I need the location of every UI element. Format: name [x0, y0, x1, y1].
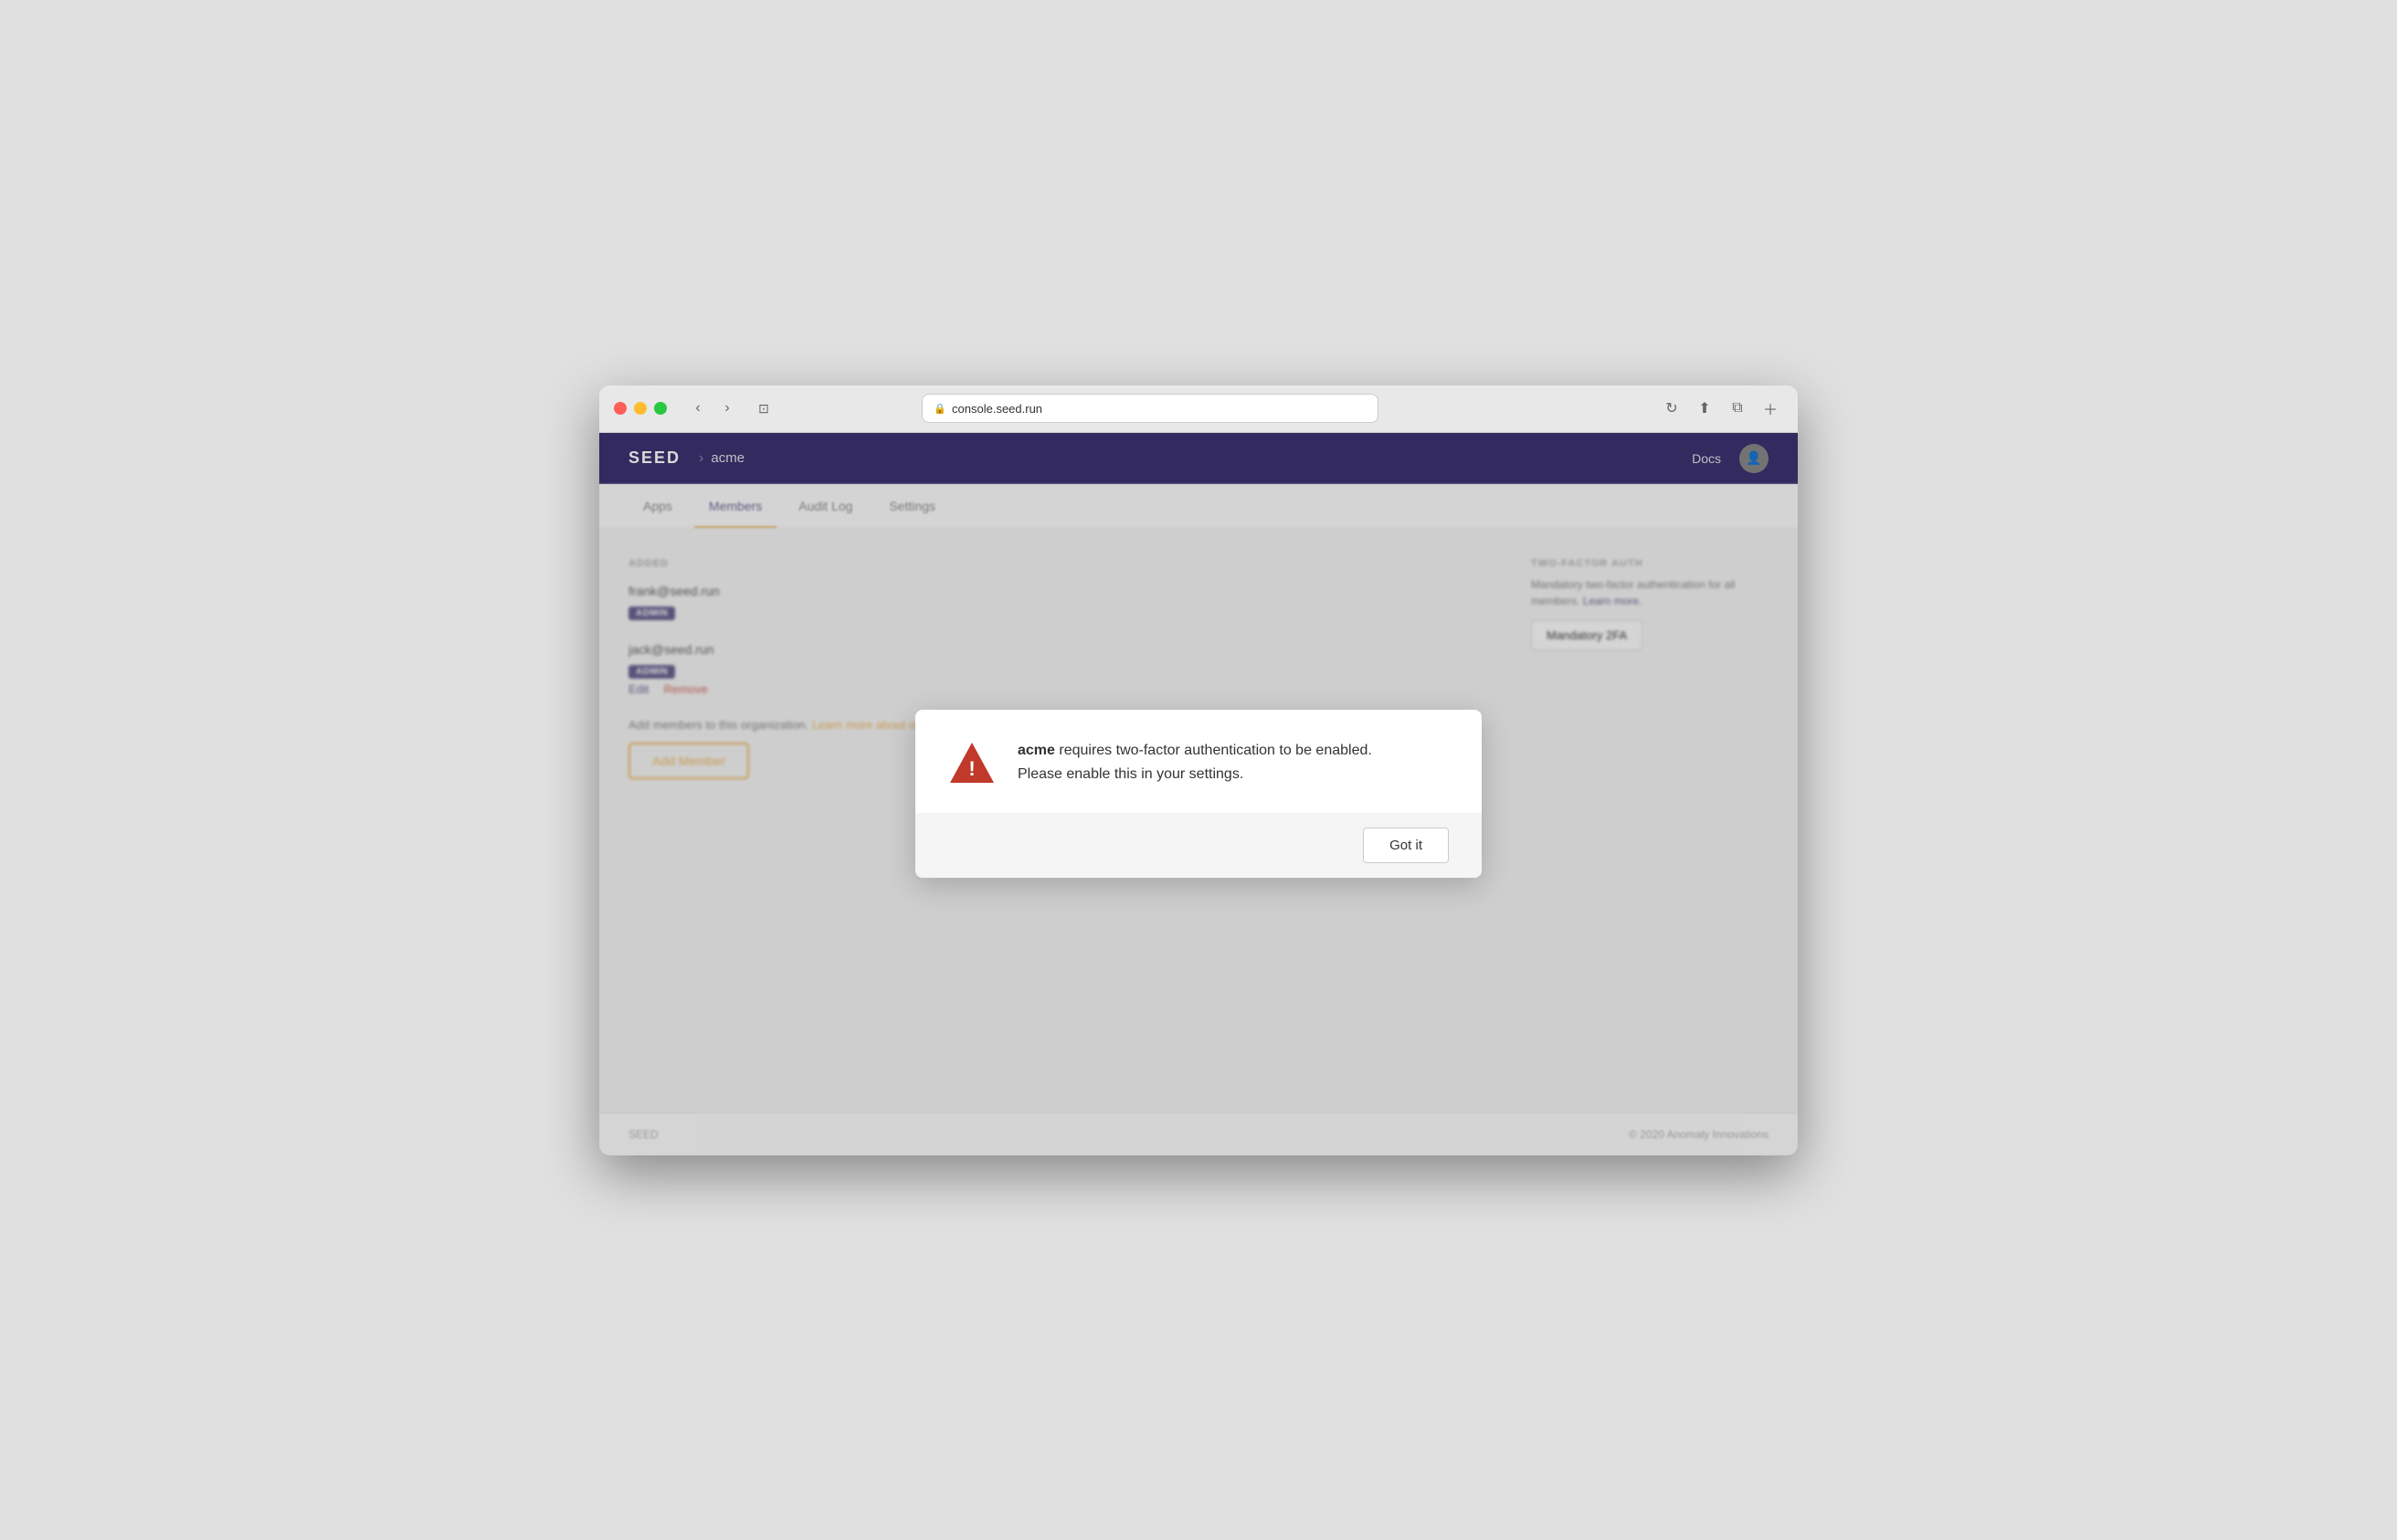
- modal-message-part1: requires two-factor authentication to be…: [1055, 743, 1372, 758]
- modal-message: acme requires two-factor authentication …: [1018, 739, 1449, 786]
- svg-text:!: !: [968, 757, 975, 780]
- add-tab-button[interactable]: ＋: [1758, 396, 1783, 421]
- new-tab-button[interactable]: ⧉: [1725, 396, 1750, 421]
- browser-window: ‹ › ⊡ 🔒 console.seed.run ↻ ⬆ ⧉ ＋ SEED › …: [599, 385, 1798, 1155]
- fullscreen-button[interactable]: [654, 402, 667, 415]
- modal-text: acme requires two-factor authentication …: [1018, 739, 1449, 786]
- url-text: console.seed.run: [952, 402, 1042, 416]
- modal-overlay: ! acme requires two-factor authenticatio…: [599, 433, 1798, 1155]
- browser-titlebar: ‹ › ⊡ 🔒 console.seed.run ↻ ⬆ ⧉ ＋: [599, 385, 1798, 433]
- traffic-lights: [614, 402, 667, 415]
- minimize-button[interactable]: [634, 402, 647, 415]
- modal-footer: Got it: [915, 813, 1482, 878]
- lock-icon: 🔒: [934, 403, 946, 415]
- modal-org-name: acme: [1018, 743, 1055, 758]
- browser-actions: ↻ ⬆ ⧉ ＋: [1659, 396, 1783, 421]
- modal-message-part2: Please enable this in your settings.: [1018, 766, 1243, 782]
- close-button[interactable]: [614, 402, 627, 415]
- app-content: SEED › acme Docs 👤 Apps Members Audit Lo…: [599, 433, 1798, 1155]
- warning-icon: !: [948, 739, 996, 791]
- reload-button[interactable]: ↻: [1659, 396, 1684, 421]
- address-bar[interactable]: 🔒 console.seed.run: [922, 394, 1378, 423]
- sidebar-toggle-button[interactable]: ⊡: [751, 396, 776, 421]
- back-button[interactable]: ‹: [685, 396, 711, 421]
- modal-body: ! acme requires two-factor authenticatio…: [915, 710, 1482, 813]
- browser-nav: ‹ ›: [685, 396, 740, 421]
- forward-button[interactable]: ›: [714, 396, 740, 421]
- alert-modal: ! acme requires two-factor authenticatio…: [915, 710, 1482, 878]
- share-button[interactable]: ⬆: [1692, 396, 1717, 421]
- got-it-button[interactable]: Got it: [1363, 828, 1449, 863]
